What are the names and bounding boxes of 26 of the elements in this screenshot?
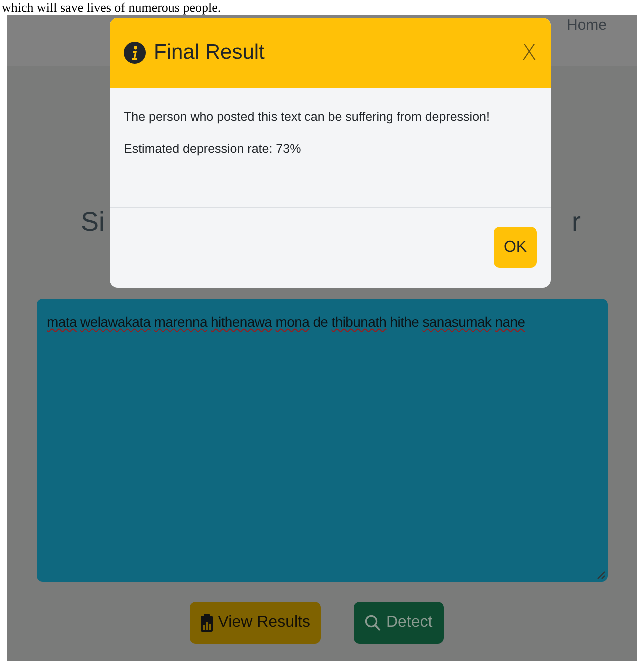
clipboard-chart-icon xyxy=(201,614,214,632)
search-icon xyxy=(365,614,382,632)
word: thibunath xyxy=(332,314,387,330)
ok-button[interactable]: OK xyxy=(494,227,537,268)
depression-rate-text: Estimated depression rate: 73% xyxy=(124,142,302,156)
caption-text: which will save lives of numerous people. xyxy=(2,0,222,14)
close-button[interactable]: X xyxy=(522,40,537,66)
word: hithe xyxy=(390,314,420,330)
word: de xyxy=(313,314,328,330)
detect-button[interactable]: Detect xyxy=(354,602,444,644)
page-heading: r xyxy=(572,206,581,239)
info-icon xyxy=(124,42,146,64)
word: mata xyxy=(47,314,77,330)
word: marenna xyxy=(154,314,208,330)
text-input[interactable]: mata welawakata marenna hithenawa mona de thibunath hithe sanasumak nane xyxy=(37,299,608,582)
word: hithenawa xyxy=(211,314,272,330)
resize-handle-icon[interactable] xyxy=(597,571,606,580)
word: mona xyxy=(276,314,310,330)
result-message: The person who posted this text can be suffering from depression! xyxy=(124,110,491,124)
word: nane xyxy=(495,314,526,330)
page-heading: Si xyxy=(81,206,106,239)
nav-link[interactable]: Home xyxy=(566,17,607,34)
view-results-button[interactable]: View Results xyxy=(190,602,322,644)
dialog-title: Final Result xyxy=(154,41,266,65)
word: sanasumak xyxy=(422,314,492,330)
word: welawakata xyxy=(80,314,151,330)
